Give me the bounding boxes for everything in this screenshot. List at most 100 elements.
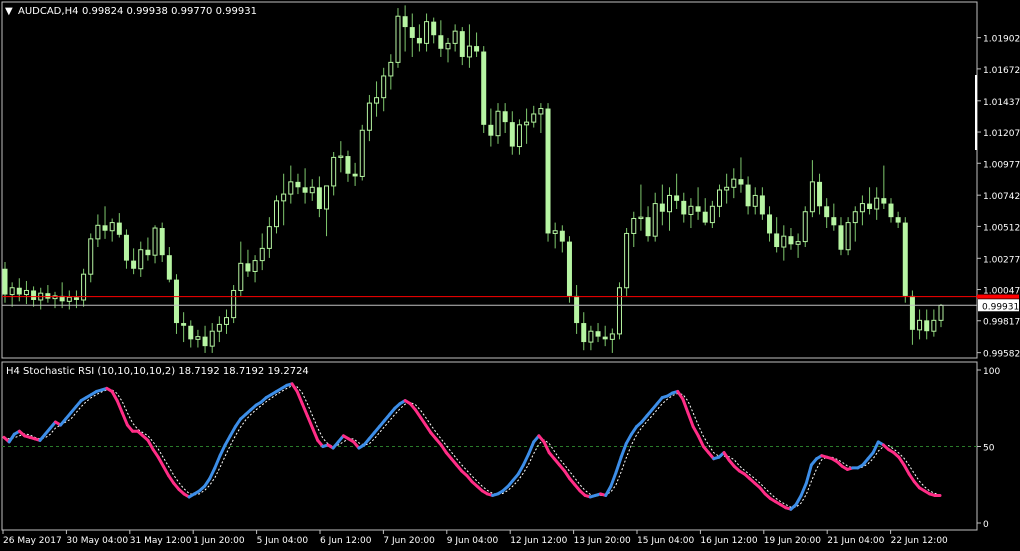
chart-background (0, 0, 1020, 551)
candle-body-bull (466, 45, 472, 58)
candle-body-bull (666, 194, 672, 213)
candle-body-bear (767, 214, 773, 234)
candle-body-bear (888, 203, 894, 218)
symbol-menu-icon[interactable]: ▼ (5, 6, 13, 17)
price-tick-label: 1.00977 (983, 160, 1020, 170)
candle-body-bull (874, 197, 880, 210)
candle-body-bull (395, 15, 401, 63)
price-line-marker (977, 294, 1019, 299)
candle-body-bull (731, 178, 737, 188)
candle-body-bear (745, 184, 751, 207)
time-tick-label: 1 Jun 20:00 (193, 536, 245, 546)
candle-body-bear (581, 323, 587, 343)
price-tick-label: 1.01207 (983, 129, 1020, 139)
candle-body-bear (16, 287, 22, 295)
candle-body-bull (374, 97, 380, 104)
candle-body-bull (859, 203, 865, 213)
candle-body-bear (695, 206, 701, 212)
candle-body-bear (659, 203, 665, 212)
price-tick-label: 0.99817 (983, 318, 1020, 328)
candle-body-bull (638, 216, 644, 220)
time-tick-label: 26 May 2017 (3, 536, 62, 546)
price-tick-label: 1.01672 (983, 66, 1020, 76)
candle-body-bull (845, 222, 851, 251)
candle-body-bear (774, 233, 780, 248)
candle-body-bull (331, 156, 337, 187)
price-tick-label: 1.00277 (983, 255, 1020, 265)
candle-body-bear (131, 260, 137, 269)
candle-body-bear (73, 297, 79, 300)
candle-body-bear (502, 111, 508, 123)
candle-body-bull (616, 287, 622, 335)
candle-body-bear (824, 206, 830, 218)
candle-body-bull (231, 289, 237, 319)
candle-body-bull (538, 108, 544, 115)
time-tick-label: 31 May 12:00 (130, 536, 192, 546)
candle-body-bull (23, 289, 29, 296)
candle-body-bear (738, 179, 744, 185)
price-tick-label: 1.01437 (983, 98, 1020, 108)
candle-body-bear (595, 331, 601, 337)
time-tick-label: 7 Jun 20:00 (383, 536, 435, 546)
trading-chart[interactable]: 1.01902 1.01672 1.01437 1.01207 1.00977 1.007… (0, 0, 1020, 551)
time-tick-label: 15 Jun 04:00 (637, 536, 694, 546)
candle-body-bear (202, 336, 208, 347)
candle-body-bear (902, 222, 908, 296)
candle-body-bull (531, 113, 537, 123)
candle-body-bear (295, 181, 301, 188)
candle-body-bull (709, 205, 715, 224)
candle-body-bear (416, 37, 422, 44)
candle-body-bear (566, 241, 572, 296)
indicator-tick-label: 0 (983, 520, 989, 530)
ohlc-values: 0.99824 0.99938 0.99770 0.99931 (82, 6, 257, 17)
candle-body-bull (445, 42, 451, 50)
candle-body-bear (159, 228, 165, 256)
candle-body-bull (252, 260, 258, 272)
candle-body-bull (388, 61, 394, 77)
candle-body-bear (181, 323, 187, 326)
candle-body-bear (924, 320, 930, 332)
price-tick-label: 1.01902 (983, 35, 1020, 45)
candle-body-bull (631, 218, 637, 234)
scroll-indicator (975, 75, 977, 150)
candle (395, 8, 401, 68)
candle-body-bull (781, 235, 787, 248)
candle-body-bull (652, 203, 658, 237)
candle-body-bull (852, 211, 858, 224)
candle-body-bear (31, 290, 37, 300)
candle-body-bull (195, 336, 201, 340)
candle-body-bull (288, 181, 294, 195)
candle-body-bear (352, 173, 358, 177)
candle-body-bull (516, 124, 522, 148)
candle-body-bear (188, 325, 194, 340)
candle-body-bull (588, 330, 594, 343)
candle-body-bull (609, 333, 615, 340)
candle-body-bear (488, 124, 494, 136)
candle-body-bear (481, 51, 487, 125)
time-tick-label: 6 Jun 12:00 (320, 536, 372, 546)
time-tick-label: 16 Jun 12:00 (700, 536, 757, 546)
time-tick-label: 30 May 04:00 (66, 536, 128, 546)
candle (802, 206, 808, 248)
candle-body-bull (209, 330, 215, 347)
candle-body-bull (495, 110, 501, 137)
candle-body-bear (509, 122, 515, 147)
candle (616, 282, 622, 340)
candle-body-bull (223, 317, 229, 325)
current-price-label: 0.99931 (982, 302, 1019, 312)
candle-body-bear (674, 195, 680, 201)
candle (359, 124, 365, 181)
candle (902, 217, 908, 303)
candle-body-bear (173, 279, 179, 324)
indicator-tick-label: 50 (983, 444, 995, 454)
candle-body-bull (624, 232, 630, 289)
candle-body-bull (931, 319, 937, 332)
candle-body-bear (245, 263, 251, 272)
candle-body-bear (123, 234, 129, 261)
candle-body-bear (831, 217, 837, 226)
time-tick-label: 13 Jun 20:00 (574, 536, 631, 546)
candle-body-bear (45, 293, 51, 299)
candle-body-bull (66, 296, 72, 302)
candle-body-bull (281, 193, 287, 202)
candle-body-bear (559, 230, 565, 242)
